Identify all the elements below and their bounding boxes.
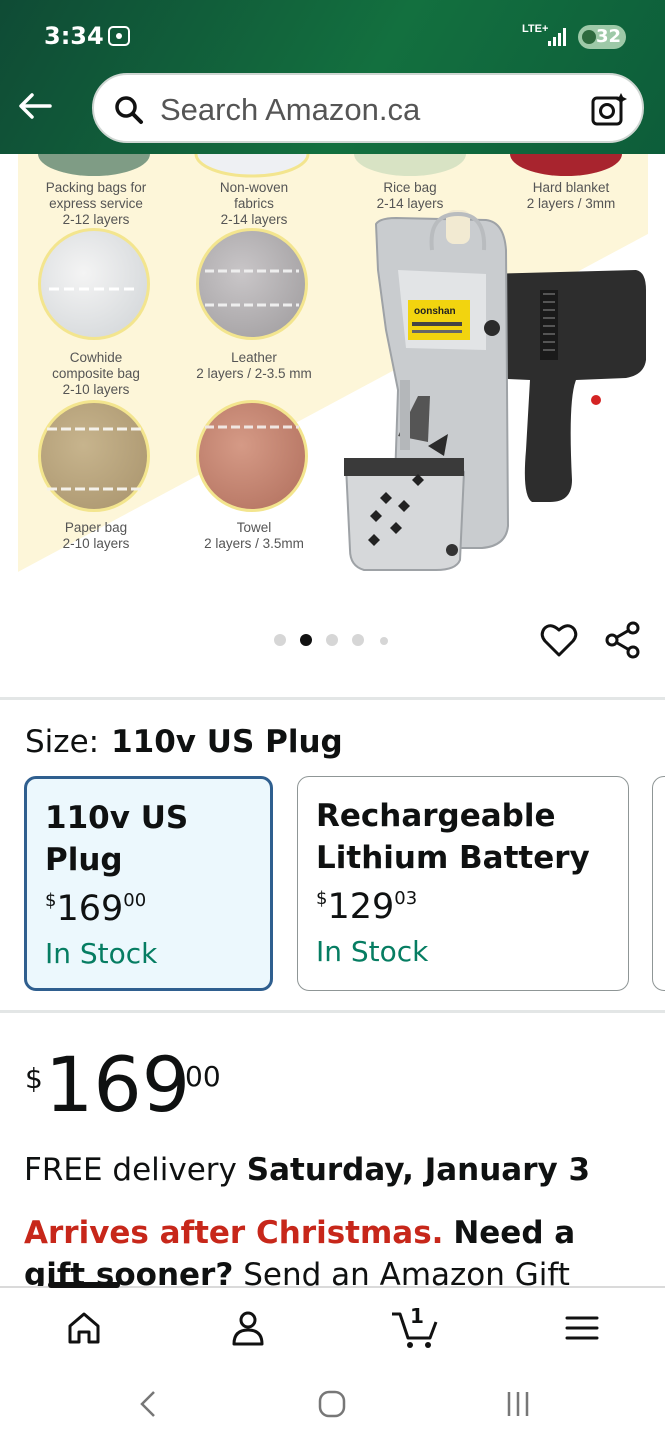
bottom-nav: 1 [0, 1282, 665, 1366]
swatch-label-5: Cowhide composite bag 2-10 layers [52, 350, 140, 397]
share-icon[interactable] [603, 620, 643, 660]
status-time: 3:34 [44, 22, 104, 50]
app-header: 3:34 LTE+ 32 Search Amazon.ca [0, 0, 665, 154]
system-nav-bar [0, 1366, 665, 1440]
size-option-partial[interactable] [652, 776, 665, 991]
swatch-cowhide [38, 228, 150, 340]
battery-indicator: 32 [578, 25, 626, 49]
screen-record-icon [108, 26, 130, 46]
system-home-icon[interactable] [312, 1384, 352, 1424]
carousel-dot[interactable] [274, 634, 286, 646]
swatch-label-3: Rice bag 2-14 layers [376, 180, 444, 211]
cart-button[interactable]: 1 [390, 1304, 440, 1350]
swatch-label-1: Packing bags for express service 2-12 laye… [45, 180, 147, 227]
svg-text:oonshan: oonshan [414, 306, 456, 317]
size-option-110v[interactable]: 110v US Plug $16900 In Stock [24, 776, 273, 991]
size-selected-value: 110v US Plug [111, 724, 343, 760]
system-back-icon[interactable] [128, 1384, 168, 1424]
swatch-label-8: Towel 2 layers / 3.5mm [204, 520, 304, 551]
carousel-dot[interactable] [380, 637, 388, 645]
active-tab-indicator [48, 1282, 120, 1288]
camera-search-icon[interactable] [590, 91, 628, 127]
account-icon[interactable] [226, 1306, 270, 1350]
swatch-label-2: Non-woven fabrics 2-14 layers [219, 180, 289, 227]
swatch-paper-bag [38, 400, 150, 512]
swatch-label-4: Hard blanket 2 layers / 3mm [526, 180, 616, 211]
delivery-date: Saturday, January 3 [246, 1152, 591, 1188]
system-recents-icon[interactable] [498, 1384, 538, 1424]
menu-icon[interactable] [560, 1306, 604, 1350]
delivery-info: FREE delivery Saturday, January 3 [24, 1152, 591, 1188]
section-divider [0, 697, 665, 700]
price-fraction: 00 [185, 1060, 221, 1093]
promo-warning: Arrives after Christmas. [24, 1215, 444, 1251]
size-selector-title: Size: 110v US Plug [25, 724, 343, 760]
carousel-dot-active[interactable] [300, 634, 312, 646]
carousel-dot[interactable] [352, 634, 364, 646]
section-divider [0, 1010, 665, 1013]
search-input[interactable]: Search Amazon.ca [160, 92, 420, 128]
price-whole: 169 [45, 1040, 191, 1129]
product-image[interactable]: Packing bags for express service 2-12 laye… [18, 154, 648, 574]
heart-icon[interactable] [540, 622, 578, 660]
signal-icon [548, 28, 570, 46]
swatch-leather [196, 228, 308, 340]
gift-card-promo[interactable]: Arrives after Christmas. Need a gift soo… [24, 1212, 644, 1286]
back-arrow-icon [19, 93, 52, 119]
option-name: 110v US Plug [45, 800, 189, 878]
option-name: Rechargeable Lithium Battery [316, 798, 590, 876]
size-label: Size: [25, 724, 100, 760]
search-bar[interactable]: Search Amazon.ca [92, 73, 644, 143]
option-stock-status: In Stock [45, 937, 158, 970]
back-button[interactable] [14, 84, 58, 128]
carousel-dot[interactable] [326, 634, 338, 646]
network-type: LTE+ [522, 23, 549, 35]
option-price: $16900 [45, 889, 147, 929]
cart-count: 1 [410, 1304, 424, 1328]
swatch-towel [196, 400, 308, 512]
status-bar: 3:34 LTE+ 32 [0, 0, 665, 72]
swatch-label-6: Leather 2 layers / 2-3.5 mm [196, 350, 312, 381]
price-currency: $ [25, 1062, 43, 1095]
swatch-label-7: Paper bag 2-10 layers [62, 520, 130, 551]
search-icon [115, 96, 143, 124]
size-option-battery[interactable]: Rechargeable Lithium Battery $12903 In St… [297, 776, 629, 991]
sewing-machine-illustration: oonshan [344, 210, 646, 571]
option-stock-status: In Stock [316, 935, 429, 968]
option-price: $12903 [316, 887, 418, 927]
home-icon[interactable] [62, 1306, 106, 1350]
